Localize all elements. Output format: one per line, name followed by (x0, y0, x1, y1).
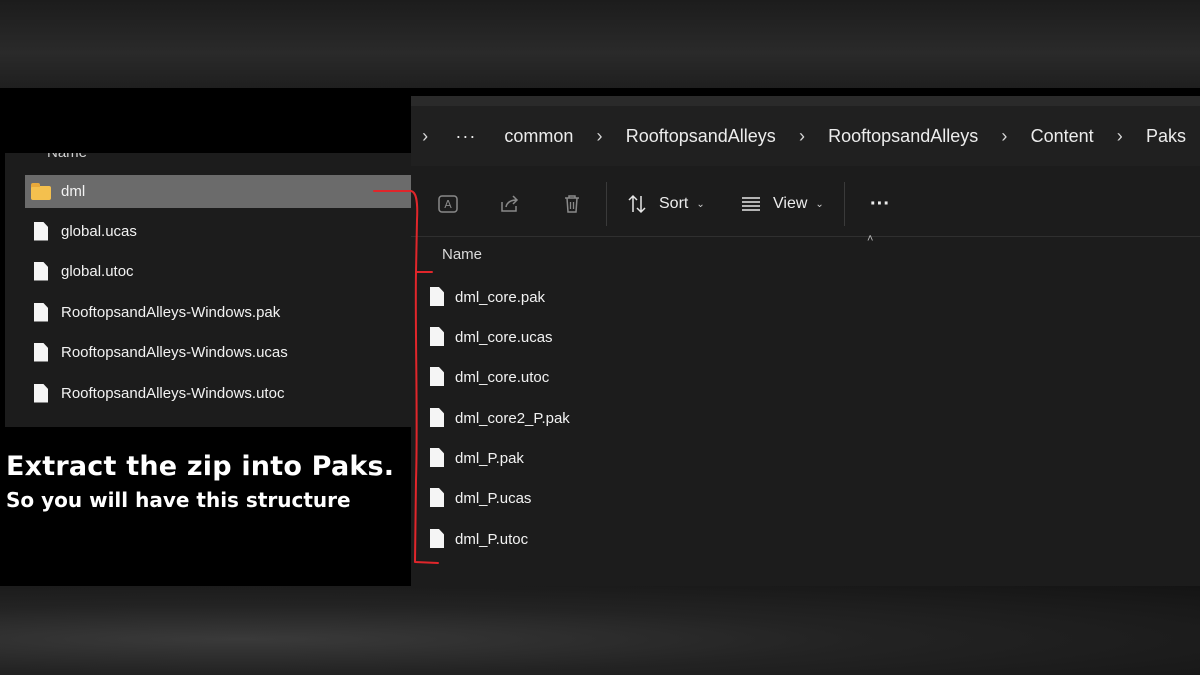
file-icon (427, 367, 447, 387)
file-icon (427, 408, 447, 428)
column-header-name[interactable]: Name (442, 246, 482, 263)
breadcrumb[interactable]: › ··· common › RooftopsandAlleys › Rooft… (411, 106, 1200, 166)
file-name: dml_core.ucas (455, 328, 553, 346)
file-icon (31, 221, 51, 242)
view-button[interactable]: View ⌄ (739, 184, 824, 224)
left-item-label: RooftopsandAlleys-Windows.utoc (61, 385, 285, 402)
caption-line-2: So you will have this structure (6, 488, 351, 512)
chevron-right-icon[interactable]: › (992, 126, 1016, 147)
window-top-edge (411, 96, 1200, 106)
file-list-item[interactable]: dml_P.ucas (427, 482, 827, 514)
caption-line-1: Extract the zip into Paks. (6, 451, 395, 482)
file-icon (31, 302, 51, 323)
breadcrumb-item-rooftopsandalleys[interactable]: RooftopsandAlleys (612, 126, 790, 147)
sort-button[interactable]: Sort ⌄ (625, 184, 705, 224)
file-name: dml_P.pak (455, 449, 524, 467)
left-list-item[interactable]: RooftopsandAlleys-Windows.ucas (25, 336, 411, 369)
file-list-item[interactable]: dml_P.utoc (427, 523, 827, 555)
file-list-item[interactable]: dml_core.utoc (427, 361, 827, 393)
file-icon (31, 342, 51, 363)
svg-text:A: A (444, 198, 452, 211)
file-icon (31, 261, 51, 282)
background-top (0, 0, 1200, 88)
delete-button[interactable] (557, 184, 587, 224)
chevron-right-icon[interactable]: › (413, 126, 437, 147)
left-item-label: RooftopsandAlleys-Windows.ucas (61, 344, 288, 361)
file-name: dml_core.pak (455, 288, 546, 306)
rename-button[interactable]: A (433, 184, 463, 224)
left-list-item[interactable]: global.ucas (25, 215, 411, 248)
left-file-list: Name dml global.ucas global.utoc Rooftop… (5, 153, 411, 427)
view-label: View (773, 195, 808, 212)
sort-indicator-icon: ˄ (867, 233, 874, 245)
breadcrumb-item-common[interactable]: common (490, 126, 587, 147)
left-list-item-folder[interactable]: dml (25, 175, 411, 208)
file-name: dml_P.utoc (455, 530, 529, 548)
share-button[interactable] (495, 184, 525, 224)
breadcrumb-item-content[interactable]: Content (1017, 126, 1108, 147)
more-options-icon: ··· (870, 192, 890, 215)
background-bottom (0, 586, 1200, 675)
chevron-down-icon: ⌄ (696, 198, 705, 210)
left-item-label: global.ucas (61, 223, 137, 240)
file-icon (427, 529, 447, 549)
more-options-button[interactable]: ··· (863, 184, 897, 224)
toolbar-divider (844, 182, 845, 226)
file-icon (427, 448, 447, 468)
file-name: dml_core2_P.pak (455, 409, 570, 427)
breadcrumb-item-paks[interactable]: Paks (1132, 126, 1200, 147)
file-name: dml_core.utoc (455, 368, 550, 386)
chevron-right-icon[interactable]: › (790, 126, 814, 147)
left-item-label: global.utoc (61, 263, 134, 280)
chevron-down-icon: ⌄ (815, 198, 824, 210)
left-item-label: RooftopsandAlleys-Windows.pak (61, 304, 281, 321)
breadcrumb-overflow[interactable]: ··· (437, 126, 490, 147)
toolbar-divider (606, 182, 607, 226)
instruction-caption: Extract the zip into Paks. So you will h… (6, 448, 411, 514)
file-name: dml_P.ucas (455, 489, 532, 507)
sort-arrows-icon (628, 194, 646, 214)
file-list-item[interactable]: dml_core2_P.pak (427, 402, 827, 434)
left-list-item[interactable]: RooftopsandAlleys-Windows.pak (25, 296, 411, 329)
chevron-right-icon[interactable]: › (587, 126, 611, 147)
rename-icon: A (438, 195, 458, 213)
file-icon (427, 327, 447, 347)
right-explorer-window: › ··· common › RooftopsandAlleys › Rooft… (411, 96, 1200, 586)
column-header-row: ˄ Name (411, 233, 1200, 273)
folder-icon (31, 182, 51, 202)
file-icon (427, 287, 447, 307)
file-icon (31, 383, 51, 404)
chevron-right-icon[interactable]: › (1108, 126, 1132, 147)
view-lines-icon (742, 197, 760, 211)
breadcrumb-item-rooftopsandalleys-2[interactable]: RooftopsandAlleys (814, 126, 992, 147)
left-item-label: dml (61, 183, 86, 200)
file-list-item[interactable]: dml_core.pak (427, 281, 827, 313)
share-icon (501, 195, 519, 212)
sort-label: Sort (659, 195, 689, 212)
file-icon (427, 488, 447, 508)
left-list-item[interactable]: RooftopsandAlleys-Windows.utoc (25, 377, 411, 410)
file-list-item[interactable]: dml_P.pak (427, 442, 827, 474)
file-list-item[interactable]: dml_core.ucas (427, 321, 827, 353)
left-column-header-name[interactable]: Name (47, 153, 87, 161)
trash-icon (565, 195, 579, 213)
left-list-item[interactable]: global.utoc (25, 255, 411, 288)
command-bar: A Sort ⌄ View ⌄ ··· (411, 172, 1200, 237)
